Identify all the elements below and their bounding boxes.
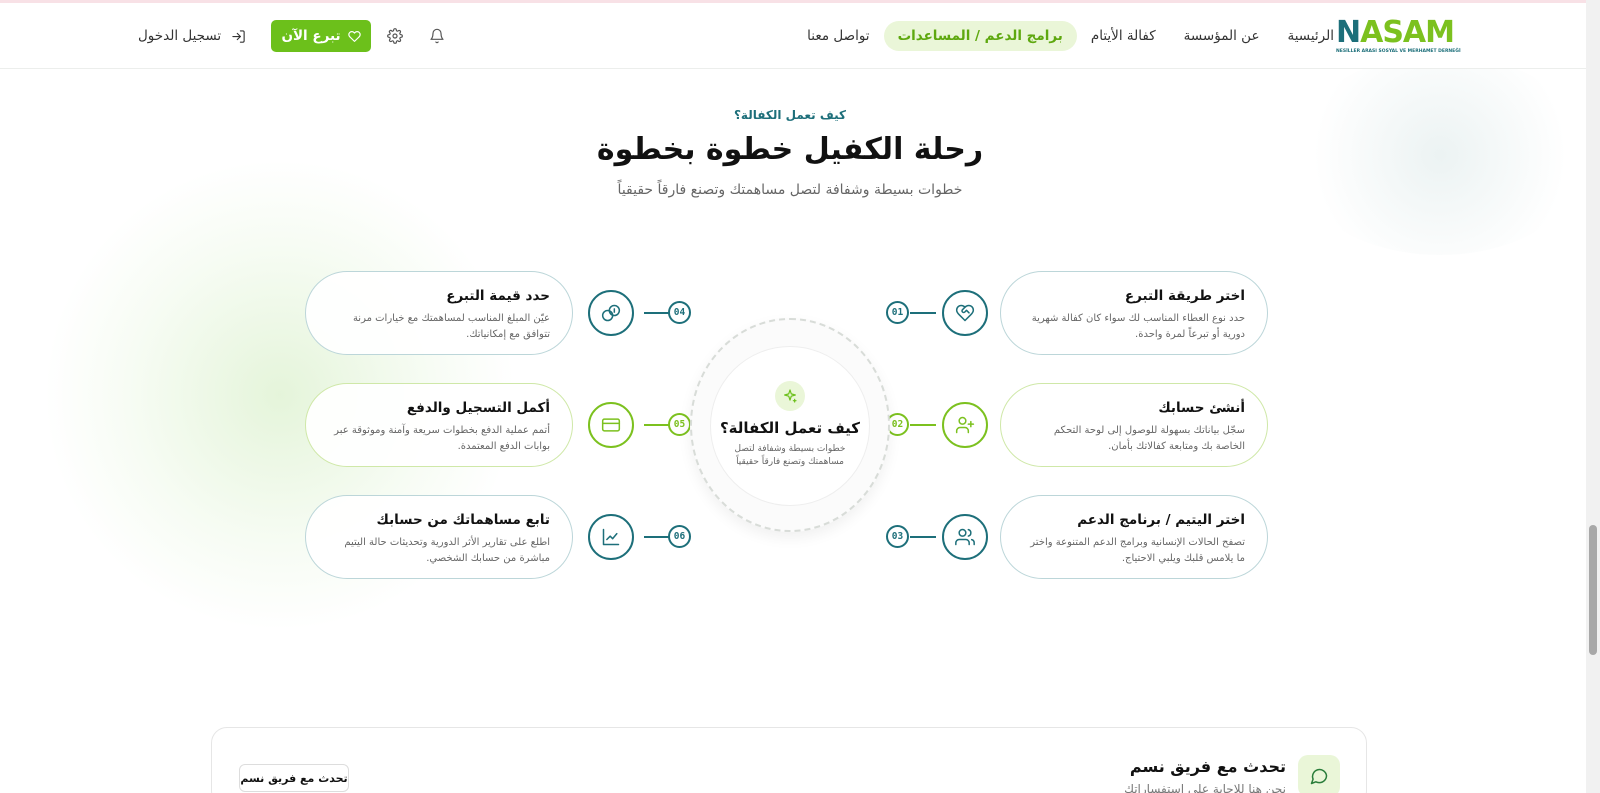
step-desc: أتمم عملية الدفع بخطوات سريعة وآمنة وموث…	[334, 425, 550, 452]
connector-line	[910, 536, 936, 538]
step-number: 03	[886, 525, 909, 548]
step-desc: حدد نوع العطاء المناسب لك سواء كان كفالة…	[1031, 313, 1245, 340]
section-title: رحلة الكفيل خطوة بخطوة	[596, 132, 984, 167]
center-desc: خطوات بسيطة وشفافة لتصل مساهمتك وتصنع فا…	[734, 444, 846, 467]
center-title: كيف تعمل الكفالة؟	[719, 419, 861, 437]
step-desc: تصفح الحالات الإنسانية وبرامج الدعم المت…	[1030, 537, 1245, 564]
chat-with-team-button[interactable]: تحدث مع فريق نسم	[239, 764, 349, 792]
step-title: اختر اليتيم / برنامج الدعم	[1077, 512, 1245, 528]
step-card-2: أنشئ حسابك سجّل بياناتك بسهولة للوصول إل…	[1000, 383, 1268, 467]
nav-home[interactable]: الرئيسية	[1274, 21, 1349, 51]
chart-line-icon	[588, 514, 634, 560]
main-nav: الرئيسية عن المؤسسة كفالة الأيتام برامج …	[793, 21, 1348, 51]
connector-line	[910, 312, 936, 314]
donate-label: تبرع الآن	[281, 28, 341, 44]
step-title: أنشئ حسابك	[1158, 400, 1245, 416]
donate-now-button[interactable]: تبرع الآن	[271, 20, 371, 52]
user-plus-icon	[942, 402, 988, 448]
sparkles-icon	[775, 381, 805, 411]
step-card-4: حدد قيمة التبرع عيّن المبلغ المناسب لمسا…	[305, 271, 573, 355]
page-scrollbar[interactable]	[1586, 0, 1600, 793]
login-label: تسجيل الدخول	[138, 28, 222, 44]
step-number: 06	[668, 525, 691, 548]
step-card-1: اختر طريقة التبرع حدد نوع العطاء المناسب…	[1000, 271, 1268, 355]
login-link[interactable]: تسجيل الدخول	[138, 23, 246, 49]
connector-line	[644, 312, 670, 314]
step-number: 04	[668, 301, 691, 324]
step-title: أكمل التسجيل والدفع	[406, 400, 550, 416]
login-icon	[232, 29, 245, 43]
step-title: اختر طريقة التبرع	[1124, 288, 1245, 304]
nav-support-programs[interactable]: برامج الدعم / المساعدات	[883, 21, 1077, 51]
step-card-6: تابع مساهماتك من حسابك اطلع على تقارير ا…	[305, 495, 573, 579]
step-title: تابع مساهماتك من حسابك	[376, 512, 551, 528]
credit-card-icon	[588, 402, 634, 448]
coins-icon	[588, 290, 634, 336]
logo-subtitle: NESİLLER ARASI SOSYAL VE MERHAMET DERNEĞ…	[1336, 49, 1461, 54]
logo-wordmark: NASAM	[1336, 15, 1455, 50]
nav-orphan-sponsorship[interactable]: كفالة الأيتام	[1077, 21, 1170, 51]
step-desc: سجّل بياناتك بسهولة للوصول إلى لوحة التح…	[1053, 425, 1245, 452]
connector-line	[910, 424, 936, 426]
bell-icon[interactable]	[429, 28, 445, 44]
step-title: حدد قيمة التبرع	[446, 288, 550, 304]
nasam-logo[interactable]: NASAM NESİLLER ARASI SOSYAL VE MERHAMET …	[1336, 15, 1461, 55]
users-icon	[942, 514, 988, 560]
center-disc: كيف تعمل الكفالة؟ خطوات بسيطة وشفافة لتص…	[710, 346, 870, 506]
site-header: NASAM NESİLLER ARASI SOSYAL VE MERHAMET …	[0, 3, 1586, 69]
step-card-3: اختر اليتيم / برنامج الدعم تصفح الحالات …	[1000, 495, 1268, 579]
step-desc: اطلع على تقارير الأثر الدورية وتحديثات ح…	[344, 537, 550, 564]
step-card-5: أكمل التسجيل والدفع أتمم عملية الدفع بخط…	[305, 383, 573, 467]
nav-about[interactable]: عن المؤسسة	[1170, 21, 1274, 51]
gear-icon[interactable]	[387, 28, 403, 44]
heart-icon	[347, 30, 361, 42]
chat-subtitle: نحن هنا للإجابة على استفساراتك	[1124, 782, 1286, 793]
step-desc: عيّن المبلغ المناسب لمساهمتك مع خيارات م…	[352, 313, 550, 340]
step-number: 05	[668, 413, 691, 436]
heart-handshake-icon	[942, 290, 988, 336]
nav-contact[interactable]: تواصل معنا	[793, 21, 883, 51]
connector-line	[644, 536, 670, 538]
section-subtitle: خطوات بسيطة وشفافة لتصل مساهمتك وتصنع فا…	[617, 182, 963, 198]
section-eyebrow: كيف تعمل الكفالة؟	[733, 108, 847, 122]
step-number: 01	[886, 301, 909, 324]
chat-bubble-icon	[1298, 755, 1340, 793]
connector-line	[644, 424, 670, 426]
chat-title: تحدث مع فريق نسم	[1129, 757, 1286, 776]
scrollbar-thumb[interactable]	[1589, 525, 1597, 655]
